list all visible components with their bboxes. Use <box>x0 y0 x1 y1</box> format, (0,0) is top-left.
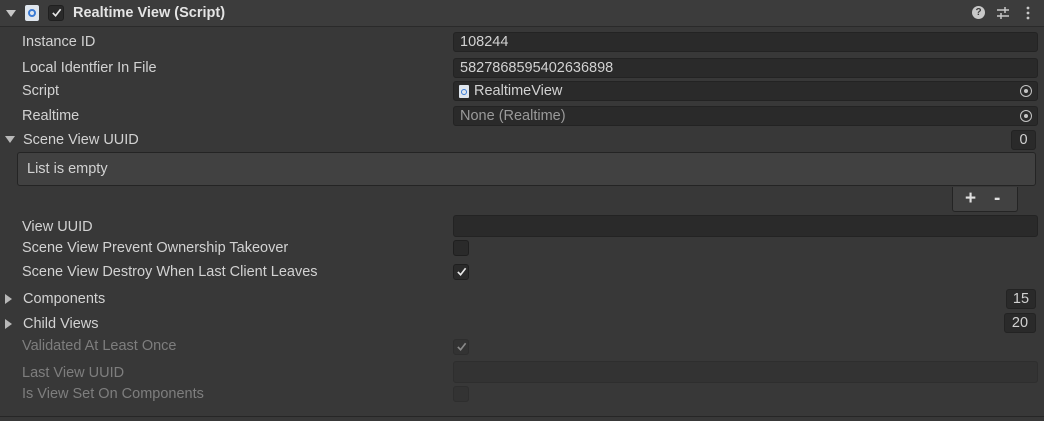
script-object-field[interactable]: RealtimeView <box>453 81 1038 101</box>
instance-id-label: Instance ID <box>22 34 96 50</box>
csharp-script-icon <box>25 5 39 21</box>
view-uuid-field[interactable] <box>453 215 1038 237</box>
destroy-when-last-checkbox[interactable] <box>453 264 469 280</box>
list-add-button[interactable]: + <box>965 188 976 210</box>
components-size-field[interactable]: 15 <box>1006 289 1036 309</box>
presets-icon[interactable] <box>996 6 1010 20</box>
prevent-takeover-label: Scene View Prevent Ownership Takeover <box>22 240 289 256</box>
object-picker-icon[interactable] <box>1020 85 1032 97</box>
scene-view-uuid-size-field[interactable]: 0 <box>1011 130 1036 150</box>
scene-view-uuid-foldout-icon[interactable] <box>5 136 15 143</box>
realtime-object-field[interactable]: None (Realtime) <box>453 106 1038 126</box>
components-foldout-icon[interactable] <box>5 294 12 304</box>
object-picker-icon[interactable] <box>1020 110 1032 122</box>
validated-label: Validated At Least Once <box>22 338 177 354</box>
view-uuid-label: View UUID <box>22 219 93 235</box>
child-views-size-field[interactable]: 20 <box>1004 313 1036 333</box>
is-view-set-checkbox <box>453 386 469 402</box>
realtime-label: Realtime <box>22 108 80 124</box>
scene-view-uuid-list: List is empty <box>17 152 1036 186</box>
kebab-menu-icon[interactable] <box>1026 6 1030 20</box>
last-view-uuid-field <box>453 361 1038 383</box>
instance-id-field[interactable]: 108244 <box>453 32 1038 52</box>
script-value: RealtimeView <box>474 83 563 99</box>
list-add-remove-footer: + - <box>952 187 1018 212</box>
prevent-takeover-checkbox[interactable] <box>453 240 469 256</box>
child-views-foldout-icon[interactable] <box>5 319 12 329</box>
foldout-arrow-icon[interactable] <box>6 10 16 17</box>
scene-view-uuid-count: 0 <box>1019 132 1028 148</box>
validated-checkbox <box>453 339 469 355</box>
script-label: Script <box>22 83 60 99</box>
components-label[interactable]: Components <box>23 290 105 308</box>
child-views-label[interactable]: Child Views <box>23 315 99 333</box>
script-file-icon <box>459 85 469 98</box>
destroy-when-last-label: Scene View Destroy When Last Client Leav… <box>22 264 318 280</box>
instance-id-value: 108244 <box>460 34 509 50</box>
last-view-uuid-label: Last View UUID <box>22 365 125 381</box>
checkmark-icon <box>457 342 467 351</box>
checkmark-icon <box>52 8 62 17</box>
component-title: Realtime View (Script) <box>73 5 226 21</box>
bottom-divider <box>0 416 1044 417</box>
help-icon[interactable]: ? <box>972 6 985 19</box>
components-count: 15 <box>1012 291 1030 307</box>
realtime-value: None (Realtime) <box>460 108 566 124</box>
list-remove-button[interactable]: - <box>994 188 1000 210</box>
list-empty-text: List is empty <box>27 161 108 177</box>
local-identifier-label: Local Identfier In File <box>22 60 157 76</box>
checkmark-icon <box>457 267 467 276</box>
local-identifier-value: 5827868595402636898 <box>460 60 614 76</box>
child-views-count: 20 <box>1011 315 1029 331</box>
component-header[interactable]: Realtime View (Script) ? <box>0 0 1044 27</box>
local-identifier-field[interactable]: 5827868595402636898 <box>453 58 1038 78</box>
component-enabled-checkbox[interactable] <box>48 5 64 21</box>
scene-view-uuid-label[interactable]: Scene View UUID <box>23 131 139 149</box>
is-view-set-label: Is View Set On Components <box>22 386 204 402</box>
